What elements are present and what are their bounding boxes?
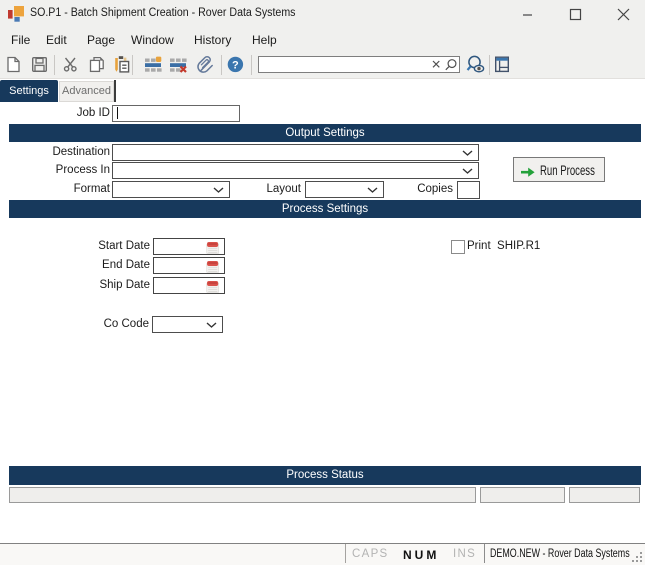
svg-text:?: ? [232,59,239,71]
